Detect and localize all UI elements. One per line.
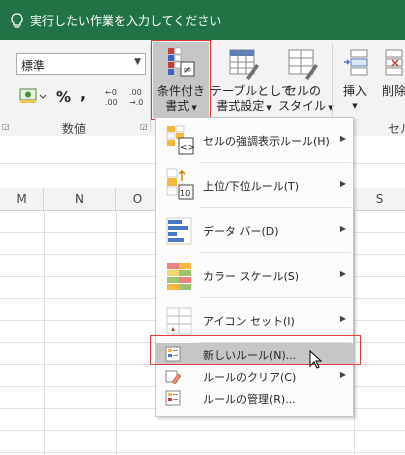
gridline [0,430,405,431]
increase-decimal-icon: ←0 .00 [105,88,118,107]
menu-item-top-bottom-rules[interactable]: 10 上位/下位ルール(T) ▶ [156,163,353,207]
dialog-launcher-icon[interactable]: ◲ [140,122,148,131]
gridline [116,210,117,455]
cell-styles-label-line1: セルの [284,84,321,98]
submenu-arrow-icon: ▶ [339,269,346,278]
increase-decimal-button[interactable]: ←0 .00 [104,86,126,108]
conditional-formatting-menu: <> セルの強調表示ルール(H) ▶ 10 上位/下位ルール(T) ▶ データ … [155,117,354,417]
delete-cells-button[interactable]: 削除 [378,42,405,118]
cells-group-label: セル [388,122,405,136]
format-as-table-label-line2: 書式設定 [216,99,265,113]
percent-style-button[interactable]: % [56,88,71,106]
accounting-format-button[interactable] [18,86,50,108]
submenu-arrow-icon: ▶ [339,370,346,379]
svg-text:.00: .00 [129,88,142,97]
chevron-down-icon: ▼ [264,104,272,112]
submenu-arrow-icon: ▶ [339,179,346,188]
menu-item-label: ルールの管理(R)... [203,393,296,406]
menu-item-highlight-cells-rules[interactable]: <> セルの強調表示ルール(H) ▶ [156,118,353,162]
accounting-icon [19,88,47,103]
menu-item-manage-rules[interactable]: ルールの管理(R)... [156,387,353,409]
tell-me-text: 実行したい作業を入力してください [30,14,222,28]
lightbulb-icon [11,13,23,28]
submenu-arrow-icon: ▶ [339,224,346,233]
menu-item-label: ルールのクリア(C) [203,371,297,384]
menu-item-clear-rules[interactable]: ルールのクリア(C) ▶ [156,365,353,387]
svg-text:<>: <> [180,143,195,153]
delete-cells-icon [385,49,403,76]
column-header-m[interactable]: M [0,188,44,210]
submenu-arrow-icon: ▶ [339,134,346,143]
eraser-icon [165,370,181,384]
submenu-arrow-icon: ▶ [339,314,346,323]
delete-label: 削除 [382,84,405,98]
decrease-decimal-button[interactable]: .00 →.0 [128,86,150,108]
menu-item-color-scales[interactable]: カラー スケール(S) ▶ [156,253,353,297]
chevron-down-icon: ▼ [352,102,358,110]
highlight-cells-rules-icon: <> [166,125,195,155]
gridline [0,452,405,453]
manage-rules-icon [165,390,181,406]
comma-style-button[interactable]: , [80,84,86,103]
menu-item-data-bars[interactable]: データ バー(D) ▶ [156,208,353,252]
column-header-s[interactable]: S [354,188,405,210]
chevron-down-icon: ▼ [134,57,141,67]
svg-text:10: 10 [180,189,190,198]
number-format-select[interactable]: 標準 ▼ [16,53,146,75]
column-header-n[interactable]: N [44,188,116,210]
svg-text:→.0: →.0 [129,98,143,107]
tell-me-bar[interactable]: 実行したい作業を入力してください [0,0,405,40]
data-bars-icon [166,217,192,245]
decrease-decimal-icon: .00 →.0 [129,88,143,107]
annotation-highlight-box [151,40,211,120]
format-as-table-label-line1: テーブルとして [210,84,293,98]
dialog-launcher-icon[interactable]: ◲ [2,122,10,131]
number-group-label: 数値 [62,122,87,136]
insert-cells-icon [344,49,368,76]
cell-styles-button[interactable]: セルの スタイル ▼ [278,42,334,118]
format-as-table-icon [229,49,259,80]
menu-item-label: データ バー(D) [203,225,279,238]
svg-text:←0: ←0 [105,88,117,97]
gridline [44,210,45,455]
menu-item-label: アイコン セット(I) [203,315,295,328]
cell-styles-icon [288,49,318,80]
format-as-table-button[interactable]: テーブルとして 書式設定 ▼ [210,42,293,118]
top-bottom-rules-icon: 10 [166,168,194,200]
menu-item-label: カラー スケール(S) [203,270,300,283]
number-format-value: 標準 [21,59,46,73]
color-scales-icon [167,263,191,290]
insert-label: 挿入 [342,84,367,98]
menu-item-label: 上位/下位ルール(T) [203,180,300,193]
icon-sets-icon [166,307,192,335]
svg-text:.00: .00 [105,98,118,107]
insert-cells-button[interactable]: 挿入 ▼ [336,42,374,118]
annotation-highlight-box [150,335,361,365]
menu-item-label: セルの強調表示ルール(H) [203,135,330,148]
mouse-cursor-icon [309,350,323,369]
gridline [354,210,355,455]
column-header-o[interactable]: O [116,188,160,210]
cell-styles-label-line2: スタイル [278,99,327,113]
